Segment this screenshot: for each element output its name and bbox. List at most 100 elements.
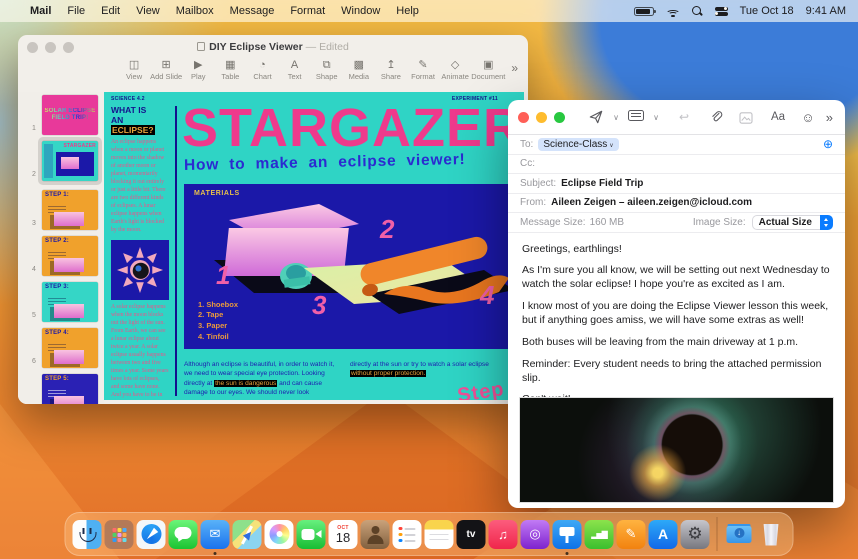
- share-button[interactable]: ↥ Share: [375, 59, 407, 81]
- dock-podcasts-icon[interactable]: ◎: [520, 519, 550, 549]
- chart-button[interactable]: ◔ Chart: [246, 59, 278, 81]
- image-size-popup[interactable]: Image Size: Actual Size: [693, 214, 833, 230]
- menu-bar: Mail File Edit View Mailbox Message Form…: [0, 0, 858, 22]
- body-paragraph: Greetings, earthlings!: [522, 242, 622, 255]
- dock-messages-icon[interactable]: [168, 519, 198, 549]
- close-icon[interactable]: [518, 111, 529, 123]
- dock-downloads-icon[interactable]: [725, 520, 754, 549]
- search-icon[interactable]: [691, 5, 703, 17]
- chevron-down-icon[interactable]: ∨: [649, 113, 663, 122]
- insert-photo-icon[interactable]: [733, 110, 759, 124]
- toolbar-overflow-icon[interactable]: »: [826, 110, 845, 125]
- menu-window[interactable]: Window: [341, 5, 380, 17]
- message-size-row: Message Size: 160 MB Image Size: Actual S…: [508, 213, 845, 233]
- keynote-titlebar[interactable]: DIY Eclipse Viewer — Edited: [18, 35, 528, 59]
- slide-navigator[interactable]: SOLAR ECLIPSE FIELD TRIP! 1 STARGAZER 2 …: [18, 92, 104, 404]
- materials-panel: MATERIALS 1 2 3 4 1. Shoebox 2. Tape 3. …: [184, 184, 514, 349]
- dock-numbers-icon[interactable]: ▂▅▇: [584, 519, 614, 549]
- format-fonts-button[interactable]: Aa: [765, 111, 791, 123]
- mail-traffic-lights[interactable]: [508, 111, 565, 123]
- dock-maps-icon[interactable]: [232, 519, 262, 549]
- message-size-value: 160 MB: [589, 216, 625, 228]
- to-field[interactable]: To: Science-Class ∨ ⊕: [508, 135, 845, 155]
- slide-canvas[interactable]: SCIENCE 4.2 EXPERIMENT #11 WHAT IS AN ECL…: [104, 92, 524, 400]
- subject-field[interactable]: Subject: Eclipse Field Trip: [508, 174, 845, 194]
- chevron-down-icon[interactable]: ∨: [609, 113, 623, 122]
- cc-field[interactable]: Cc:: [508, 155, 845, 174]
- text-button[interactable]: A Text: [279, 59, 311, 81]
- add-recipient-icon[interactable]: ⊕: [823, 137, 833, 151]
- share-icon: ↥: [386, 59, 396, 71]
- dock-reminders-icon[interactable]: [392, 519, 422, 549]
- table-button[interactable]: ▦ Table: [214, 59, 246, 81]
- play-button[interactable]: ▶ Play: [182, 59, 214, 81]
- document-button[interactable]: ▣ Document: [471, 59, 505, 81]
- toolbar-overflow-icon[interactable]: »: [511, 59, 518, 75]
- body-paragraph: I know most of you are doing the Eclipse…: [522, 300, 829, 326]
- battery-icon[interactable]: [633, 6, 656, 16]
- table-icon: ▦: [225, 59, 236, 71]
- dock-notes-icon[interactable]: [424, 519, 454, 549]
- dock-facetime-icon[interactable]: [296, 519, 326, 549]
- popup-stepper-icon[interactable]: [820, 214, 833, 230]
- sun-illustration: [111, 240, 169, 301]
- header-fields-icon[interactable]: [623, 110, 649, 124]
- chart-icon: ◔: [259, 59, 266, 71]
- document-sidebar-icon: ▣: [483, 59, 494, 71]
- reply-icon[interactable]: ↩: [671, 110, 697, 124]
- dock-settings-icon[interactable]: ⚙: [680, 519, 710, 549]
- keynote-window[interactable]: DIY Eclipse Viewer — Edited ◫ View ⊞ Add S…: [18, 35, 528, 404]
- svg-text:4: 4: [479, 280, 495, 310]
- from-field[interactable]: From: Aileen Zeigen – aileen.zeigen@iclo…: [508, 194, 845, 213]
- image-size-value: Actual Size: [751, 214, 820, 230]
- minimize-icon[interactable]: [536, 111, 547, 123]
- keynote-window-title: DIY Eclipse Viewer — Edited: [18, 41, 528, 53]
- menu-bar-time[interactable]: 9:41 AM: [806, 5, 846, 17]
- shape-button[interactable]: ⧉ Shape: [311, 59, 343, 81]
- dock-finder-icon[interactable]: [72, 519, 102, 549]
- running-indicator: [565, 551, 569, 555]
- dock-safari-icon[interactable]: [136, 519, 166, 549]
- body-paragraph: Reminder: Every student needs to bring t…: [522, 357, 822, 384]
- dock-appstore-icon[interactable]: A: [648, 519, 678, 549]
- menu-view[interactable]: View: [136, 5, 160, 17]
- text-icon: A: [290, 59, 299, 71]
- chevron-down-icon: ∨: [609, 142, 614, 149]
- menu-help[interactable]: Help: [396, 5, 419, 17]
- recipient-token[interactable]: Science-Class ∨: [538, 137, 619, 151]
- dock-photos-icon[interactable]: [264, 519, 294, 549]
- menu-format[interactable]: Format: [290, 5, 325, 17]
- dock-pages-icon[interactable]: ✎: [616, 519, 646, 549]
- media-button[interactable]: ▩ Media: [343, 59, 375, 81]
- zoom-icon[interactable]: [554, 111, 565, 123]
- animate-button[interactable]: ◇ Animate: [439, 59, 471, 81]
- wifi-icon[interactable]: [665, 6, 680, 17]
- menu-message[interactable]: Message: [230, 5, 275, 17]
- dock-music-icon[interactable]: ♫: [488, 519, 518, 549]
- materials-illustration: 1 2 3 4: [214, 204, 514, 316]
- send-icon[interactable]: [583, 110, 609, 125]
- dock-calendar-icon[interactable]: OCT 18: [328, 519, 358, 549]
- dock-launchpad-icon[interactable]: [104, 519, 134, 549]
- menu-bar-date[interactable]: Tue Oct 18: [740, 5, 794, 17]
- dock-keynote-icon[interactable]: [552, 519, 582, 555]
- eclipse-attachment-image[interactable]: [519, 397, 834, 503]
- menu-edit[interactable]: Edit: [101, 5, 120, 17]
- play-icon: ▶: [194, 59, 203, 71]
- add-slide-button[interactable]: ⊞ Add Slide: [150, 59, 182, 81]
- format-button[interactable]: ✎ Format: [407, 59, 439, 81]
- media-icon: ▩: [353, 59, 365, 71]
- dock-contacts-icon[interactable]: [360, 519, 390, 549]
- dock-tv-icon[interactable]: tv: [456, 519, 486, 549]
- control-center-icon[interactable]: [714, 6, 728, 16]
- menu-file[interactable]: File: [67, 5, 85, 17]
- slide-kicker-left: SCIENCE 4.2: [111, 96, 145, 102]
- dock-trash-icon[interactable]: [757, 520, 786, 549]
- menu-mailbox[interactable]: Mailbox: [176, 5, 214, 17]
- menu-app-name[interactable]: Mail: [30, 5, 51, 17]
- dock-mail-icon[interactable]: ✉: [200, 519, 230, 555]
- emoji-icon[interactable]: ☺: [795, 110, 821, 125]
- attach-icon[interactable]: [703, 110, 729, 125]
- mail-compose-window[interactable]: ∨ ∨ ↩ Aa ☺ » To: Science-Class ∨ ⊕ Cc: Su…: [508, 100, 845, 508]
- view-button[interactable]: ◫ View: [118, 59, 150, 81]
